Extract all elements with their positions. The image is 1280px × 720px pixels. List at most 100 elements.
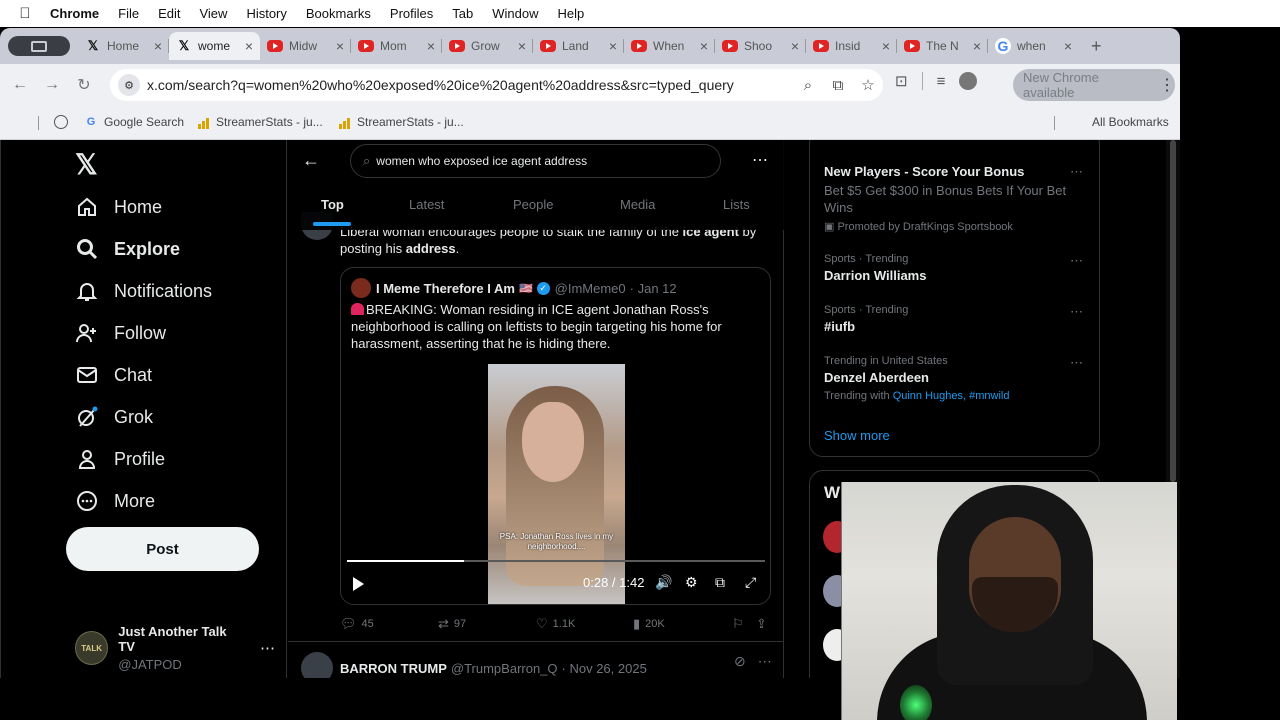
address-bar[interactable]: ⚙ x.com/search?q=women%20who%20exposed%2… <box>110 69 883 101</box>
tab-latest[interactable]: Latest <box>409 197 444 212</box>
settings-gear-icon[interactable]: ⚙ <box>685 574 698 591</box>
quote-author-name[interactable]: I Meme Therefore I Am <box>376 281 515 296</box>
menu-help[interactable]: Help <box>558 6 585 21</box>
zoom-search-icon[interactable]: ⌕ <box>793 77 823 94</box>
forward-icon[interactable]: → <box>36 76 68 94</box>
tab-youtube[interactable]: Land × <box>533 32 624 60</box>
tab-people[interactable]: People <box>513 197 553 212</box>
nav-more[interactable]: More <box>76 490 155 512</box>
more-dots-icon[interactable]: ⋯ <box>1070 355 1083 371</box>
tab-google[interactable]: Gwhen × <box>988 32 1079 60</box>
profile-avatar-icon[interactable] <box>959 72 978 90</box>
tab-group-icon[interactable] <box>8 36 70 56</box>
reload-icon[interactable]: ↻ <box>68 75 100 95</box>
tab-media[interactable]: Media <box>620 197 655 212</box>
nav-profile[interactable]: Profile <box>76 448 165 470</box>
tab-youtube[interactable]: Grow × <box>442 32 533 60</box>
tab-top[interactable]: Top <box>321 197 344 212</box>
chrome-update-button[interactable]: New Chrome available ⋮ <box>1013 69 1175 101</box>
more-dots-icon[interactable]: ⋯ <box>1070 164 1083 180</box>
back-arrow-icon[interactable]: ← <box>302 150 320 171</box>
show-more-link[interactable]: Show more <box>824 428 890 443</box>
nav-home[interactable]: Home <box>76 196 162 218</box>
x-logo-icon[interactable]: 𝕏 <box>75 148 98 181</box>
play-icon[interactable] <box>353 577 364 591</box>
promoted-trend[interactable]: New Players - Score Your Bonus Bet $5 Ge… <box>824 164 1083 233</box>
bookmark-google-search[interactable]: G Google Search <box>84 115 184 129</box>
tab-youtube[interactable]: The N × <box>897 32 988 60</box>
volume-icon[interactable]: 🔊 <box>655 574 672 591</box>
menu-window[interactable]: Window <box>492 6 538 21</box>
more-dots-icon[interactable]: ⋯ <box>752 150 768 170</box>
more-dots-icon[interactable]: ⋯ <box>1070 304 1083 320</box>
tweet-date[interactable]: · Nov 26, 2025 <box>562 661 647 676</box>
install-app-icon[interactable]: ⧉ <box>823 77 853 94</box>
apple-icon[interactable]:  <box>0 5 50 22</box>
avatar[interactable] <box>301 652 333 678</box>
bookmark-button[interactable]: ⚐ <box>732 616 749 632</box>
like-button[interactable]: ♡ 1.1K <box>536 616 575 632</box>
repost-button[interactable]: ⇄ 97 <box>438 616 466 632</box>
trending-with-links[interactable]: Quinn Hughes, #mnwild <box>893 390 1010 402</box>
menu-app-chrome[interactable]: Chrome <box>50 6 99 21</box>
tweet-author-handle[interactable]: @TrumpBarron_Q <box>451 661 558 676</box>
nav-grok[interactable]: Grok <box>76 406 153 428</box>
more-dots-icon[interactable]: ⋯ <box>260 639 275 657</box>
close-icon[interactable]: × <box>791 38 799 54</box>
menu-bookmarks[interactable]: Bookmarks <box>306 6 371 21</box>
bookmark-streamerstats-2[interactable]: StreamerStats - ju... <box>337 115 464 129</box>
close-icon[interactable]: × <box>518 38 526 54</box>
post-button[interactable]: Post <box>66 527 259 571</box>
tab-lists[interactable]: Lists <box>723 197 750 212</box>
tab-home[interactable]: 𝕏 Home × <box>78 32 169 60</box>
trend-item[interactable]: Trending in United States Denzel Aberdee… <box>824 355 1083 402</box>
close-icon[interactable]: × <box>427 38 435 54</box>
tab-youtube[interactable]: When × <box>624 32 715 60</box>
menu-tab[interactable]: Tab <box>452 6 473 21</box>
nav-explore[interactable]: Explore <box>76 238 180 260</box>
nav-chat[interactable]: Chat <box>76 364 152 386</box>
close-icon[interactable]: × <box>1064 38 1072 54</box>
more-dots-icon[interactable]: ⋯ <box>758 653 772 670</box>
nav-notifications[interactable]: Notifications <box>76 280 212 302</box>
search-query[interactable]: women who exposed ice agent address <box>376 154 587 168</box>
close-icon[interactable]: × <box>245 38 253 54</box>
menu-profiles[interactable]: Profiles <box>390 6 433 21</box>
close-icon[interactable]: × <box>700 38 708 54</box>
account-switcher[interactable]: TALK Just Another Talk TV @JATPOD ⋯ <box>75 624 275 672</box>
share-button[interactable]: ⇪ <box>756 616 772 632</box>
close-icon[interactable]: × <box>973 38 981 54</box>
close-icon[interactable]: × <box>154 38 162 54</box>
views-button[interactable]: ▮ 20K <box>633 616 665 632</box>
bookmark-star-icon[interactable]: ☆ <box>853 76 883 94</box>
url-text[interactable]: x.com/search?q=women%20who%20exposed%20i… <box>147 77 793 93</box>
menu-edit[interactable]: Edit <box>158 6 180 21</box>
media-controls-icon[interactable]: ≡ <box>937 73 946 90</box>
close-icon[interactable]: × <box>882 38 890 54</box>
all-bookmarks[interactable]: All Bookmarks <box>1092 115 1169 129</box>
video-player[interactable]: PSA: Jonathan Ross lives in my neighborh… <box>341 364 770 604</box>
reply-button[interactable]: 💬︎ 45 <box>340 616 374 632</box>
quote-author-handle[interactable]: @ImMeme0 <box>555 281 626 296</box>
tab-search-active[interactable]: 𝕏wome × <box>169 32 260 60</box>
menu-history[interactable]: History <box>246 6 286 21</box>
new-tab-icon[interactable]: + <box>1091 36 1102 57</box>
trend-item[interactable]: Sports · Trending Darrion Williams ⋯ <box>824 253 1083 283</box>
more-dots-icon[interactable]: ⋯ <box>1070 253 1083 269</box>
nav-follow[interactable]: Follow <box>76 322 166 344</box>
quote-date[interactable]: · Jan 12 <box>630 281 677 296</box>
close-icon[interactable]: × <box>609 38 617 54</box>
tab-youtube[interactable]: Midw × <box>260 32 351 60</box>
back-icon[interactable]: ← <box>4 76 36 94</box>
trend-item[interactable]: Sports · Trending #iufb ⋯ <box>824 304 1083 334</box>
tab-youtube[interactable]: Shoo × <box>715 32 806 60</box>
tab-youtube[interactable]: Insid × <box>806 32 897 60</box>
picture-in-picture-icon[interactable]: ⧉ <box>715 574 725 591</box>
search-input[interactable]: ⌕ women who exposed ice agent address <box>350 144 721 178</box>
quoted-tweet[interactable]: I Meme Therefore I Am 🇺🇸 ✓ @ImMeme0 · Ja… <box>340 267 771 605</box>
bookmark-streamerstats-1[interactable]: StreamerStats - ju... <box>196 115 323 129</box>
close-icon[interactable]: × <box>336 38 344 54</box>
scrollbar-thumb[interactable] <box>1170 140 1176 482</box>
video-progress-bar[interactable] <box>347 560 765 562</box>
menu-file[interactable]: File <box>118 6 139 21</box>
